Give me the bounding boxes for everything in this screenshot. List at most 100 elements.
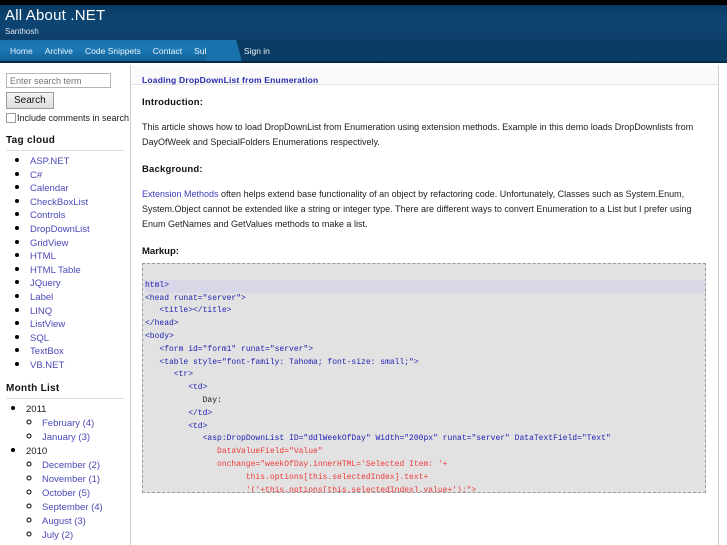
tag-link[interactable]: Calendar (30, 183, 69, 194)
tag-link[interactable]: HTML (30, 251, 56, 262)
markup-heading: Markup: (142, 246, 179, 257)
list-item: HTML Table (30, 263, 126, 277)
month-link[interactable]: December (2) (42, 460, 100, 471)
main-navigation: Home Archive Code Snippets Contact Subsc… (0, 40, 727, 63)
nav-bar: Home Archive Code Snippets Contact Subsc… (0, 40, 270, 63)
include-comments-checkbox[interactable] (6, 113, 16, 123)
code-line: <td> (145, 421, 208, 431)
list-item: 2011 February (4) January (3) (26, 402, 126, 444)
background-paragraph: Extension Methods often helps extend bas… (142, 187, 706, 232)
code-line: </td> (145, 408, 213, 418)
tag-cloud-divider (6, 150, 124, 151)
include-comments-row[interactable]: Include comments in search (6, 113, 130, 124)
month-link[interactable]: September (4) (42, 502, 103, 513)
code-line: html> (145, 279, 705, 293)
month-list-divider (6, 397, 124, 399)
tag-link[interactable]: Controls (30, 210, 65, 221)
list-item: DropDownList (30, 222, 126, 236)
tag-link[interactable]: TextBox (30, 346, 64, 357)
nav-contact[interactable]: Contact (147, 40, 188, 63)
list-item: VB.NET (30, 358, 126, 372)
list-item: CheckBoxList (30, 195, 126, 209)
month-link[interactable]: November (1) (42, 474, 100, 485)
introduction-heading: Introduction: (142, 97, 204, 108)
page-columns: Search Include comments in search Tag cl… (0, 65, 727, 545)
code-line: <title></title> (145, 306, 232, 316)
code-block[interactable]: html> <head runat="server"> <title></titl… (142, 263, 706, 493)
background-heading: Background: (142, 164, 203, 175)
site-header: All About .NET Santhosh (0, 5, 727, 40)
code-line: onchange="weekOfDay.innerHTML='Selected … (145, 459, 448, 469)
list-item: Calendar (30, 181, 126, 195)
nav-home[interactable]: Home (4, 40, 39, 63)
tag-link[interactable]: ListView (30, 319, 65, 330)
month-link[interactable]: July (2) (42, 530, 73, 541)
nav-archive[interactable]: Archive (39, 40, 79, 63)
tag-link[interactable]: DropDownList (30, 224, 90, 235)
nav-code-snippets[interactable]: Code Snippets (79, 40, 147, 63)
code-line: <td> (145, 383, 208, 393)
list-item: HTML (30, 249, 126, 263)
code-line: <head runat="server"> (145, 293, 246, 303)
month-link[interactable]: October (5) (42, 488, 90, 499)
list-item: December (2) (42, 458, 126, 472)
post-body: Introduction: This article shows how to … (132, 85, 718, 493)
site-title: All About .NET (5, 7, 106, 24)
code-line: </head> (145, 319, 179, 329)
month-list: 2011 February (4) January (3) 2010 Decem… (4, 402, 126, 545)
month-link[interactable]: August (3) (42, 516, 86, 527)
list-item: TextBox (30, 344, 126, 358)
month-link[interactable]: January (3) (42, 432, 90, 443)
code-line: DataValueField="Value" (145, 447, 323, 457)
site-subtitle: Santhosh (5, 27, 39, 36)
introduction-paragraph: This article shows how to load DropDownL… (142, 122, 694, 147)
include-comments-label: Include comments in search (17, 113, 130, 123)
list-item: August (3) (42, 514, 126, 528)
tag-link[interactable]: CheckBoxList (30, 197, 88, 208)
background-paragraph-text: often helps extend base functionality of… (142, 189, 692, 229)
list-item: January (3) (42, 430, 126, 444)
code-line: <form id="form1" runat="server"> (145, 344, 314, 354)
list-item: February (4) (42, 416, 126, 430)
list-item: September (4) (42, 500, 126, 514)
code-line: <asp:DropDownList ID="ddlWeekOfDay" Widt… (145, 434, 611, 444)
month-sublist: December (2) November (1) October (5) Se… (26, 458, 126, 545)
tag-link[interactable]: Label (30, 292, 53, 303)
tag-link[interactable]: HTML Table (30, 265, 81, 276)
tag-cloud-heading: Tag cloud (6, 135, 56, 146)
list-item: 2010 December (2) November (1) October (… (26, 444, 126, 545)
page-title[interactable]: Loading DropDownList from Enumeration (142, 75, 318, 85)
nav-bottom-rule (0, 61, 727, 63)
list-item: Controls (30, 208, 126, 222)
nav-sign-in[interactable]: Sign in (238, 40, 276, 63)
tag-link[interactable]: JQuery (30, 278, 61, 289)
post-title-bar: Loading DropDownList from Enumeration (132, 65, 718, 85)
month-sublist: February (4) January (3) (26, 416, 126, 444)
month-link[interactable]: February (4) (42, 418, 94, 429)
list-item: ListView (30, 317, 126, 331)
list-item: SQL (30, 331, 126, 345)
month-list-heading: Month List (6, 382, 60, 394)
tag-link[interactable]: VB.NET (30, 360, 64, 371)
tag-link[interactable]: LINQ (30, 306, 52, 317)
right-margin (719, 65, 727, 545)
sidebar: Search Include comments in search Tag cl… (0, 65, 131, 545)
list-item: JQuery (30, 276, 126, 290)
tag-link[interactable]: GridView (30, 238, 68, 249)
code-line: <body> (145, 331, 174, 341)
code-line: '('+this.options[this.selectedIndex].val… (145, 485, 477, 493)
tag-link[interactable]: C# (30, 170, 42, 181)
list-item: June (3) (42, 542, 126, 545)
nav-taper-decoration (206, 40, 242, 63)
list-item: GridView (30, 236, 126, 250)
search-input[interactable] (6, 73, 111, 88)
extension-methods-link[interactable]: Extension Methods (142, 189, 219, 199)
list-item: ASP.NET (30, 154, 126, 168)
search-button[interactable]: Search (6, 92, 54, 109)
tag-link[interactable]: SQL (30, 333, 49, 344)
list-item: November (1) (42, 472, 126, 486)
site-branding: All About .NET Santhosh (5, 7, 105, 37)
code-line: <table style="font-family: Tahoma; font-… (145, 357, 419, 367)
tag-link[interactable]: ASP.NET (30, 156, 69, 167)
code-line: <tr> (145, 370, 194, 380)
